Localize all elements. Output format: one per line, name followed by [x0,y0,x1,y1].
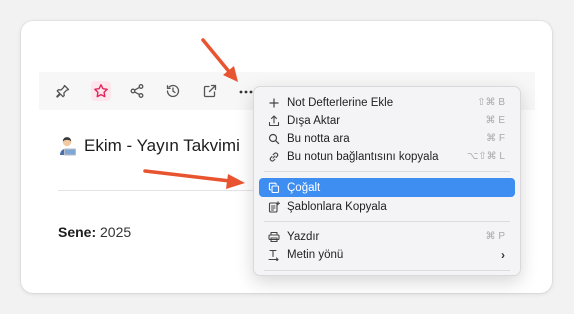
plus-icon [267,96,281,110]
year-value: 2025 [100,224,132,240]
technologist-emoji-icon [60,137,76,156]
link-icon [267,150,281,164]
menu-item-text-direction[interactable]: Metin yönü › [259,245,515,264]
menu-item-search-in-note[interactable]: Bu notta ara ⌘ F [259,129,515,148]
menu-item-add-to-notebooks[interactable]: Not Defterlerine Ekle ⇧⌘ B [259,93,515,112]
template-icon [267,200,281,214]
open-external-icon[interactable] [200,81,220,101]
export-icon [267,114,281,128]
duplicate-icon [267,181,281,195]
menu-item-copy-to-templates[interactable]: Şablonlara Kopyala [259,197,515,216]
menu-item-copy-link[interactable]: Bu notun bağlantısını kopyala ⌥⇧⌘ L [259,147,515,166]
menu-separator [264,221,510,222]
star-icon[interactable] [91,81,111,101]
share-icon[interactable] [127,81,147,101]
search-icon [267,132,281,146]
history-icon[interactable] [163,81,183,101]
content-divider [58,190,258,191]
note-title-text: Ekim - Yayın Takvimi [84,136,240,155]
menu-separator [264,270,510,271]
print-icon [267,230,281,244]
year-field: Sene: 2025 [58,224,131,240]
page-title: Ekim - Yayın Takvimi [58,136,240,156]
pin-icon[interactable] [53,81,73,101]
chevron-right-icon: › [501,247,505,262]
more-options-menu: Not Defterlerine Ekle ⇧⌘ B Dışa Aktar ⌘ … [253,86,521,276]
menu-item-duplicate[interactable]: Çoğalt [259,178,515,197]
menu-item-export[interactable]: Dışa Aktar ⌘ E [259,111,515,130]
menu-item-print[interactable]: Yazdır ⌘ P [259,227,515,246]
year-label: Sene: [58,224,97,240]
menu-separator [264,171,510,172]
text-direction-icon [267,248,281,262]
